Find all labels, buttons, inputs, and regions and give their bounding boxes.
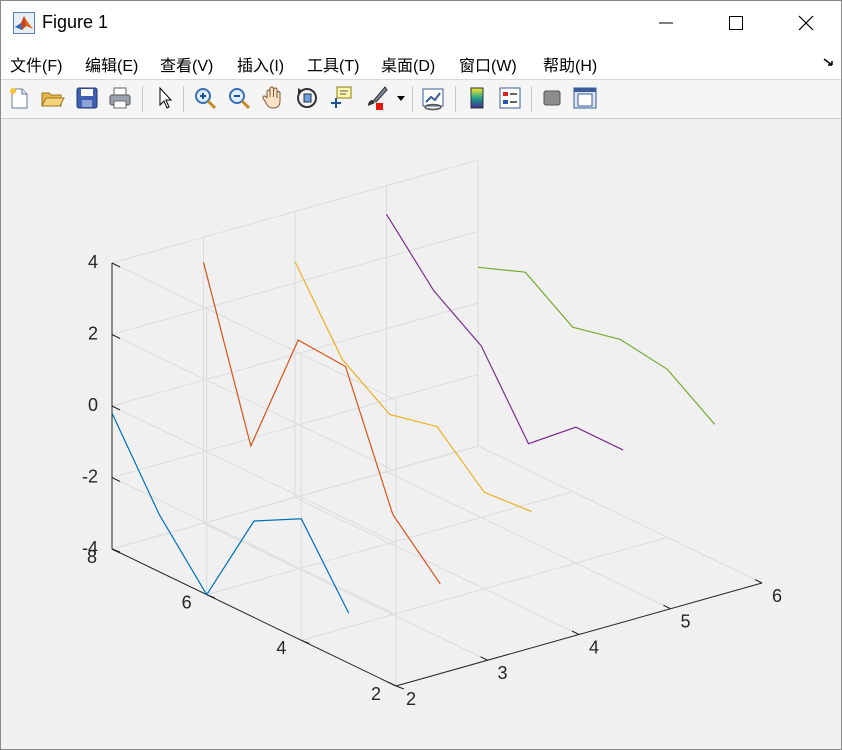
close-button[interactable] bbox=[771, 1, 841, 45]
x-tick bbox=[388, 682, 397, 687]
link-plot-icon[interactable] bbox=[420, 85, 446, 111]
tick-labels: 234562468-4-2024 bbox=[82, 252, 782, 709]
figure-canvas: 2 3 4 5 6 2 4 6 8 -4 -2 0 2 4 bbox=[1, 119, 841, 749]
series-line-2[interactable] bbox=[202, 262, 441, 585]
grid-line bbox=[294, 497, 580, 635]
minimize-icon bbox=[659, 22, 673, 24]
x-tick bbox=[480, 656, 488, 661]
menu-view[interactable]: 查看(V) bbox=[160, 52, 213, 76]
grid-line bbox=[386, 471, 671, 610]
menu-window[interactable]: 窗口(W) bbox=[459, 52, 517, 76]
brush-icon[interactable] bbox=[363, 85, 389, 111]
z-tick bbox=[111, 548, 121, 554]
rotate-3d-icon[interactable] bbox=[294, 85, 320, 111]
plot-3d[interactable]: 234562468-4-2024 bbox=[1, 119, 841, 749]
figure-window: Figure 1 文件(F) 编辑(E) 查看(V) 插入(I) 工具(T) 桌… bbox=[0, 0, 842, 750]
z-tick-label: -4 bbox=[82, 538, 98, 558]
y-tick bbox=[206, 594, 215, 599]
x-tick-label: 2 bbox=[406, 689, 416, 709]
minimize-button[interactable] bbox=[631, 1, 701, 45]
zoom-in-icon[interactable] bbox=[192, 85, 218, 111]
title-bar: Figure 1 bbox=[1, 1, 841, 45]
menu-file[interactable]: 文件(F) bbox=[10, 52, 62, 76]
pointer-icon[interactable] bbox=[152, 85, 178, 111]
x-tick-label: 3 bbox=[497, 663, 507, 683]
z-tick-label: 2 bbox=[88, 323, 98, 343]
x-tick bbox=[754, 579, 763, 584]
x-tick-label: 5 bbox=[680, 612, 690, 632]
menu-desktop[interactable]: 桌面(D) bbox=[381, 52, 435, 76]
z-tick-label: 4 bbox=[88, 252, 98, 272]
grid-lines bbox=[111, 159, 763, 687]
menu-bar: 文件(F) 编辑(E) 查看(V) 插入(I) 工具(T) 桌面(D) 窗口(W… bbox=[1, 45, 841, 80]
open-file-icon[interactable] bbox=[39, 85, 65, 111]
hide-plot-tools-icon[interactable] bbox=[539, 85, 565, 111]
close-icon bbox=[798, 15, 814, 31]
grid-line bbox=[111, 405, 397, 544]
z-tick bbox=[111, 405, 121, 411]
y-tick-label: 6 bbox=[182, 592, 192, 612]
maximize-icon bbox=[729, 16, 743, 30]
print-icon[interactable] bbox=[107, 85, 133, 111]
toolbar-separator bbox=[183, 86, 184, 112]
grid-line bbox=[111, 477, 397, 615]
y-tick bbox=[301, 639, 310, 644]
menu-tools[interactable]: 工具(T) bbox=[307, 52, 359, 76]
colorbar-icon[interactable] bbox=[464, 85, 490, 111]
toolbar-separator bbox=[455, 86, 456, 112]
matlab-logo-icon bbox=[13, 12, 35, 34]
z-tick bbox=[111, 334, 121, 339]
x-tick-label: 6 bbox=[772, 586, 782, 606]
series-line-4[interactable] bbox=[385, 213, 624, 451]
y-tick bbox=[395, 685, 405, 690]
grid-line bbox=[111, 262, 397, 401]
window-title: Figure 1 bbox=[42, 12, 109, 32]
brush-dropdown-icon[interactable] bbox=[397, 96, 405, 102]
menu-help[interactable]: 帮助(H) bbox=[543, 52, 597, 76]
maximize-button[interactable] bbox=[701, 1, 771, 45]
show-plot-tools-icon[interactable] bbox=[572, 85, 598, 111]
z-tick bbox=[111, 262, 121, 268]
z-tick-label: 0 bbox=[88, 395, 98, 415]
grid-line bbox=[203, 522, 488, 661]
axes bbox=[111, 262, 763, 690]
toolbar-separator bbox=[142, 86, 143, 112]
toolbar-separator bbox=[412, 86, 413, 112]
grid-line bbox=[111, 334, 397, 472]
new-figure-icon[interactable] bbox=[6, 85, 32, 111]
dock-arrow-icon[interactable] bbox=[823, 58, 835, 68]
pan-hand-icon[interactable] bbox=[260, 85, 286, 111]
data-lines[interactable] bbox=[111, 213, 716, 614]
figure-toolbar bbox=[1, 80, 841, 119]
series-line-3[interactable] bbox=[294, 261, 532, 513]
zoom-out-icon[interactable] bbox=[226, 85, 252, 111]
y-tick-label: 2 bbox=[371, 684, 381, 704]
data-cursor-icon[interactable] bbox=[328, 85, 354, 111]
save-icon[interactable] bbox=[74, 85, 100, 111]
x-tick-label: 4 bbox=[589, 637, 599, 657]
grid-line bbox=[477, 445, 763, 584]
menu-insert[interactable]: 插入(I) bbox=[237, 52, 284, 76]
series-line-5[interactable] bbox=[477, 266, 716, 425]
series-line-1[interactable] bbox=[111, 412, 350, 614]
z-tick-label: -2 bbox=[82, 466, 98, 486]
x-tick bbox=[663, 604, 671, 610]
z-tick bbox=[111, 477, 121, 482]
menu-edit[interactable]: 编辑(E) bbox=[85, 52, 138, 76]
y-axis-line bbox=[111, 548, 397, 687]
legend-icon[interactable] bbox=[497, 85, 523, 111]
y-tick-label: 4 bbox=[276, 638, 286, 658]
toolbar-separator bbox=[531, 86, 532, 112]
x-tick bbox=[571, 630, 580, 635]
